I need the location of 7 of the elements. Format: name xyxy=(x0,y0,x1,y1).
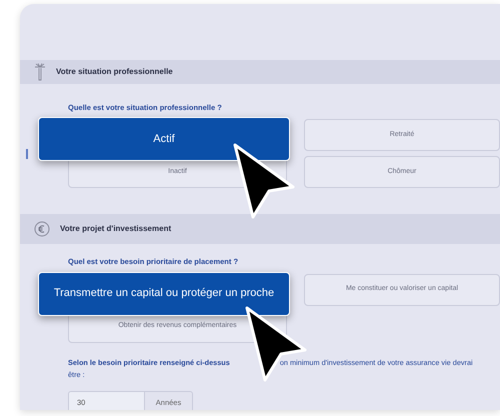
section-title: Votre situation professionnelle xyxy=(56,66,173,78)
option-button[interactable]: Transmettre un capital ou protéger un proche xyxy=(38,272,290,316)
palm-tree-icon xyxy=(34,63,46,81)
section-title: Votre projet d'investissement xyxy=(60,223,172,236)
euro-icon xyxy=(34,221,50,238)
option-button[interactable]: Actif xyxy=(38,117,290,162)
focus-marker xyxy=(26,149,28,159)
